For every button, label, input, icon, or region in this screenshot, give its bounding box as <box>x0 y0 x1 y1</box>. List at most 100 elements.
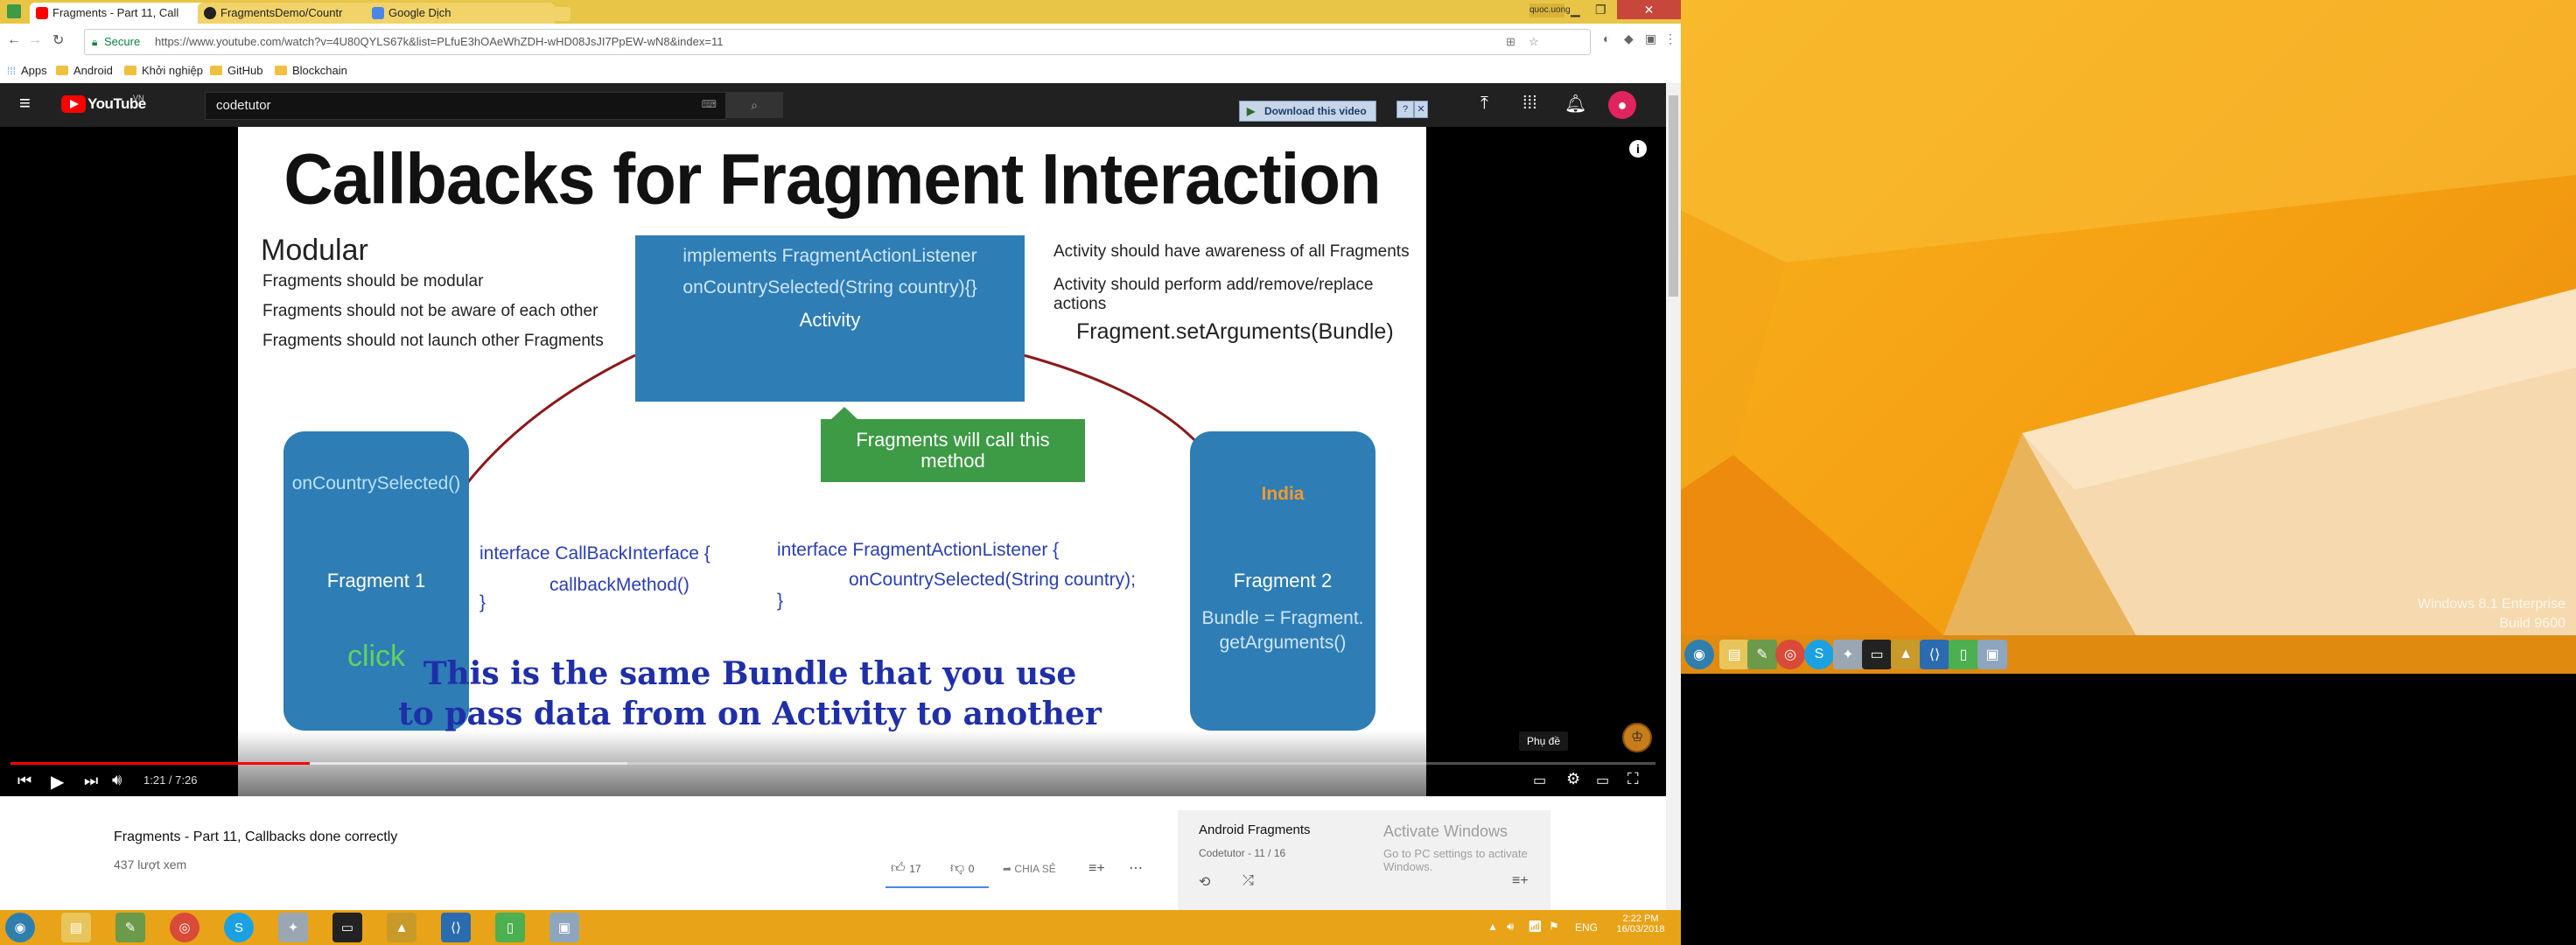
account-avatar-icon[interactable]: ● <box>1608 91 1636 119</box>
subtitles-icon[interactable]: ▭ <box>1533 772 1546 789</box>
paint-icon[interactable]: ✦ <box>1833 640 1863 669</box>
info-icon[interactable]: i <box>1629 140 1647 158</box>
restore-icon[interactable]: ❐ <box>1595 3 1606 18</box>
android-studio-icon[interactable]: ▲ <box>387 913 416 942</box>
chrome-icon[interactable]: ◎ <box>170 913 200 942</box>
repeat-icon[interactable]: ⟲ <box>1199 873 1210 891</box>
menu-kebab-icon[interactable]: ⋮ <box>1664 32 1676 46</box>
tray-arrow-icon[interactable]: ▲ <box>1488 920 1498 933</box>
close-window-icon[interactable]: ✕ <box>1617 0 1681 19</box>
device-icon[interactable]: ▯ <box>495 913 525 942</box>
bookmark-github[interactable]: GitHub <box>210 64 262 77</box>
thumbs-up-icon: 👍︎ <box>891 861 906 876</box>
tab-translate[interactable]: Google Dịch ✕ <box>366 3 555 24</box>
notifications-bell-icon[interactable]: 🔔︎ <box>1564 93 1586 115</box>
bookmark-blockchain[interactable]: Blockchain <box>275 64 347 77</box>
channel-watermark-icon[interactable]: ♔ <box>1622 723 1652 752</box>
bookmark-label: GitHub <box>228 64 263 77</box>
extension2-icon[interactable]: ◆ <box>1624 32 1634 46</box>
video-slide: Callbacks for Fragment Interaction Modul… <box>238 127 1426 796</box>
terminal-icon[interactable]: ▭ <box>332 913 362 942</box>
playlist-title[interactable]: Android Fragments <box>1199 822 1311 837</box>
add-to-playlist-icon[interactable]: ≡+ <box>1088 861 1105 877</box>
url-text[interactable]: https://www.youtube.com/watch?v=4U80QYLS… <box>155 30 723 54</box>
clock[interactable]: 2:22 PM 16/03/2018 <box>1610 914 1671 934</box>
extension-icon[interactable]: ◐ <box>1603 32 1610 46</box>
taskbar: ◉ ▤ ✎ ◎ S ✦ ▭ ▲ ⟨⟩ ▯ ▣ ▲ 🔊︎ 📶︎ ⚑ ENG 2:2… <box>0 910 1681 945</box>
youtube-logo-icon[interactable] <box>61 95 86 113</box>
tab-github[interactable]: FragmentsDemo/Countr ✕ <box>198 3 387 24</box>
fullscreen-icon[interactable]: ⛶ <box>1628 770 1639 788</box>
interface2-line: } <box>777 591 784 611</box>
upload-icon[interactable]: ⤒ <box>1480 94 1488 114</box>
dislike-button[interactable]: 👎︎ 0 <box>950 860 974 877</box>
playlist-add-icon[interactable]: ≡+ <box>1512 873 1529 889</box>
interface1-line: callbackMethod() <box>550 575 690 595</box>
reload-icon[interactable]: ↻ <box>52 32 64 49</box>
window-icon[interactable]: ▣ <box>1978 640 2007 669</box>
paint-icon[interactable]: ✦ <box>278 913 308 942</box>
secondary-screen-black <box>1681 674 2576 945</box>
shuffle-icon[interactable]: ⤮ <box>1242 873 1254 889</box>
sheets-icon[interactable] <box>7 4 21 18</box>
star-icon[interactable]: ☆ <box>1529 30 1539 54</box>
search-input[interactable]: codetutor ⌨ <box>205 92 726 120</box>
play-icon[interactable]: ▶ <box>51 771 64 793</box>
activation-title: Activate Windows <box>1383 822 1508 840</box>
more-actions-icon[interactable]: ⋯ <box>1129 859 1143 877</box>
chrome-icon[interactable]: ◎ <box>1775 640 1805 669</box>
share-button[interactable]: ➦ CHIA SẺ <box>1003 863 1056 875</box>
callout-box: Fragments will call this method <box>821 419 1085 482</box>
previous-icon[interactable]: ⏮ <box>18 772 32 790</box>
skype-icon[interactable]: S <box>224 913 254 942</box>
like-button[interactable]: 👍︎ 17 <box>891 860 921 877</box>
terminal-icon[interactable]: ▭ <box>1862 640 1892 669</box>
window-icon[interactable]: ▣ <box>550 913 579 942</box>
flag-tray-icon[interactable]: ⚑ <box>1549 920 1559 934</box>
translate-page-icon[interactable]: ⊞ <box>1506 30 1516 54</box>
chrome-window: Fragments - Part 11, Call ✕ FragmentsDem… <box>0 0 1681 917</box>
notepad-plus-icon[interactable]: ✎ <box>116 913 145 942</box>
secure-label: Secure <box>104 35 141 48</box>
network-tray-icon[interactable]: 📶︎ <box>1528 920 1543 934</box>
bookmark-apps[interactable]: ⁞⁞⁞ Apps <box>7 64 47 77</box>
vscode-icon[interactable]: ⟨⟩ <box>441 913 471 942</box>
file-explorer-icon[interactable]: ▤ <box>1719 640 1749 669</box>
scrollbar-thumb[interactable] <box>1669 95 1678 297</box>
start-orb-icon[interactable]: ◉ <box>5 913 35 942</box>
close-icon[interactable]: ✕ <box>1414 101 1428 118</box>
translate-icon <box>372 7 384 19</box>
skype-icon[interactable]: S <box>1804 640 1834 669</box>
apps-grid-icon[interactable]: ⁞⁞⁞ <box>1522 94 1537 114</box>
back-icon[interactable]: ← <box>7 32 21 48</box>
settings-gear-icon[interactable]: ⚙ <box>1566 770 1580 788</box>
tab-youtube[interactable]: Fragments - Part 11, Call ✕ <box>30 3 219 24</box>
forward-icon[interactable]: → <box>28 32 42 48</box>
download-video-button[interactable]: ▶ Download this video <box>1239 101 1376 122</box>
help-icon[interactable]: ? <box>1396 101 1414 118</box>
android-studio-icon[interactable]: ▲ <box>1891 640 1921 669</box>
volume-tray-icon[interactable]: 🔊︎ <box>1507 920 1514 934</box>
extension3-icon[interactable]: ▣ <box>1645 32 1656 46</box>
next-icon[interactable]: ⏭ <box>84 772 98 790</box>
file-explorer-icon[interactable]: ▤ <box>61 913 91 942</box>
start-orb-icon[interactable]: ◉ <box>1684 640 1714 669</box>
minimize-icon[interactable]: ▁ <box>1571 3 1580 18</box>
device-icon[interactable]: ▯ <box>1949 640 1978 669</box>
bookmark-android[interactable]: Android <box>56 64 113 77</box>
address-bar[interactable]: 🔒︎ Secure https://www.youtube.com/watch?… <box>84 29 1591 55</box>
notepad-plus-icon[interactable]: ✎ <box>1747 640 1777 669</box>
volume-icon[interactable]: 🔊︎ <box>112 771 122 789</box>
theater-mode-icon[interactable]: ▭ <box>1596 772 1609 789</box>
new-tab-button[interactable] <box>536 7 570 21</box>
language-indicator[interactable]: ENG <box>1575 921 1598 934</box>
title-bar: Fragments - Part 11, Call ✕ FragmentsDem… <box>0 0 1681 24</box>
bookmark-khoi-nghiep[interactable]: Khởi nghiệp <box>124 64 203 77</box>
vscode-icon[interactable]: ⟨⟩ <box>1920 640 1950 669</box>
dislike-count: 0 <box>968 863 975 875</box>
search-button[interactable]: ⌕ <box>725 92 783 118</box>
hamburger-menu-icon[interactable]: ≡ <box>19 94 31 113</box>
keyboard-icon[interactable]: ⌨ <box>702 98 717 110</box>
profile-name[interactable]: quoc.uong <box>1530 4 1571 18</box>
page-scrollbar[interactable] <box>1666 83 1681 917</box>
